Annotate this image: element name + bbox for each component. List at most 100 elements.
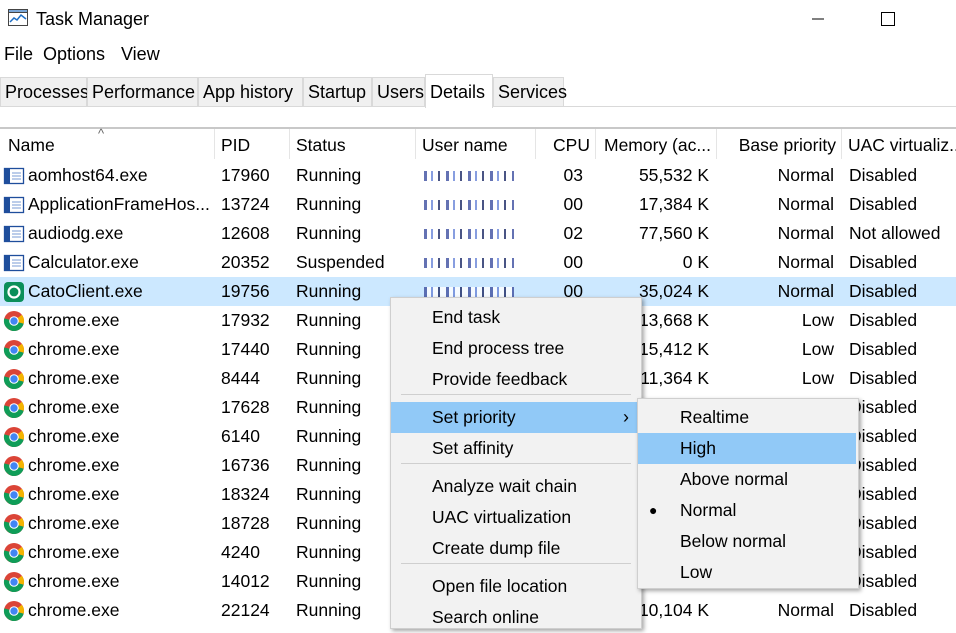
- col-memory[interactable]: Memory (ac...: [604, 129, 712, 159]
- cell-name: chrome.exe: [28, 426, 120, 446]
- redacted-user-name: [424, 229, 514, 239]
- minimize-button[interactable]: [798, 4, 838, 34]
- priority-item-label: Normal: [680, 500, 737, 520]
- chrome-icon: [3, 543, 25, 563]
- cell-uac: Disabled: [849, 165, 918, 185]
- column-header: Name PID Status User name CPU Memory (ac…: [0, 129, 956, 159]
- col-divider[interactable]: [841, 129, 842, 159]
- priority-item-realtime[interactable]: Realtime: [638, 402, 856, 433]
- cell-pid: 4240: [221, 542, 260, 562]
- tab-services[interactable]: Services: [493, 77, 567, 106]
- cell-name: CatoClient.exe: [28, 281, 143, 301]
- cell-base-priority: Normal: [777, 252, 834, 272]
- cell-uac: Disabled: [849, 252, 918, 272]
- col-divider[interactable]: [595, 129, 596, 159]
- menu-item-label: End process tree: [432, 338, 565, 358]
- cell-pid: 8444: [221, 368, 260, 388]
- table-row[interactable]: ApplicationFrameHos... 13724 Running 00 17,3…: [0, 190, 956, 219]
- priority-item-label: Realtime: [680, 407, 750, 427]
- menu-item-end-process-tree[interactable]: End process tree: [391, 333, 639, 364]
- tab-details[interactable]: Details: [425, 74, 493, 108]
- col-pid[interactable]: PID: [221, 129, 283, 159]
- menu-item-uac-virtualization[interactable]: UAC virtualization: [391, 502, 639, 533]
- chrome-icon: [3, 456, 25, 476]
- priority-item-label: High: [680, 438, 716, 458]
- priority-item-below-normal[interactable]: Below normal: [638, 526, 856, 557]
- cell-uac: Disabled: [849, 397, 918, 417]
- table-row[interactable]: audiodg.exe 12608 Running 02 77,560 K Normal N…: [0, 219, 956, 248]
- submenu-arrow-icon: ›: [623, 407, 629, 427]
- cell-memory: 55,532 K: [638, 165, 709, 185]
- col-divider[interactable]: [716, 129, 717, 159]
- cell-uac: Disabled: [849, 600, 918, 620]
- table-row[interactable]: Calculator.exe 20352 Suspended 00 0 K Normal D…: [0, 248, 956, 277]
- col-base-priority[interactable]: Base priority: [720, 129, 836, 159]
- cell-base-priority: Low: [801, 310, 834, 330]
- cell-base-priority: Normal: [777, 600, 834, 620]
- cell-name: aomhost64.exe: [28, 165, 148, 185]
- cell-cpu: 02: [563, 223, 583, 243]
- tab-processes[interactable]: Processes: [0, 77, 89, 106]
- cell-uac: Disabled: [849, 455, 918, 475]
- menu-item-label: Create dump file: [432, 538, 561, 558]
- app-window-icon: [3, 167, 25, 185]
- col-status[interactable]: Status: [296, 129, 410, 159]
- cell-uac: Disabled: [849, 484, 918, 504]
- col-divider[interactable]: [289, 129, 290, 159]
- chrome-icon: [3, 601, 25, 621]
- task-manager-icon: [8, 9, 28, 26]
- col-divider[interactable]: [214, 129, 215, 159]
- priority-item-normal[interactable]: ● Normal: [638, 495, 856, 526]
- cell-pid: 18324: [221, 484, 270, 504]
- context-menu: End task End process tree Provide feedback…: [390, 297, 642, 629]
- cell-uac: Disabled: [849, 194, 918, 214]
- chrome-icon: [3, 572, 25, 592]
- col-divider[interactable]: [415, 129, 416, 159]
- cell-memory: 77,560 K: [638, 223, 709, 243]
- priority-item-above-normal[interactable]: Above normal: [638, 464, 856, 495]
- menu-view[interactable]: View: [121, 44, 160, 65]
- maximize-icon: [881, 12, 895, 26]
- cell-pid: 17960: [221, 165, 270, 185]
- menu-options[interactable]: Options: [43, 44, 105, 65]
- tab-users[interactable]: Users: [372, 77, 425, 106]
- priority-item-low[interactable]: Low: [638, 557, 856, 588]
- cell-pid: 17932: [221, 310, 270, 330]
- menu-item-create-dump-file[interactable]: Create dump file: [391, 533, 639, 564]
- redacted-user-name: [424, 200, 514, 210]
- priority-item-label: Above normal: [680, 469, 788, 489]
- col-user-name[interactable]: User name: [422, 129, 530, 159]
- menu-item-open-file-location[interactable]: Open file location: [391, 571, 639, 602]
- menu-item-analyze-wait-chain[interactable]: Analyze wait chain: [391, 471, 639, 502]
- title-bar: Task Manager: [0, 0, 956, 40]
- tab-performance[interactable]: Performance: [87, 77, 198, 106]
- cato-icon: [4, 282, 24, 302]
- col-divider[interactable]: [535, 129, 536, 159]
- menu-item-set-priority[interactable]: Set priority ›: [391, 402, 639, 433]
- menu-item-provide-feedback[interactable]: Provide feedback: [391, 364, 639, 395]
- cell-uac: Disabled: [849, 310, 918, 330]
- tab-startup[interactable]: Startup: [303, 77, 372, 106]
- col-name[interactable]: Name: [8, 129, 208, 159]
- menu-item-end-task[interactable]: End task: [391, 302, 639, 333]
- priority-item-high[interactable]: High: [638, 433, 856, 464]
- cell-pid: 13724: [221, 194, 270, 214]
- cell-cpu: 00: [563, 194, 583, 214]
- cell-pid: 17628: [221, 397, 270, 417]
- cell-base-priority: Normal: [777, 223, 834, 243]
- maximize-button[interactable]: [868, 4, 908, 34]
- cell-uac: Disabled: [849, 426, 918, 446]
- cell-pid: 6140: [221, 426, 260, 446]
- cell-pid: 16736: [221, 455, 270, 475]
- menu-item-set-affinity[interactable]: Set affinity: [391, 433, 639, 464]
- radio-check-icon: ●: [649, 502, 658, 518]
- col-cpu[interactable]: CPU: [540, 129, 590, 159]
- col-uac-virtualization[interactable]: UAC virtualiz...: [848, 129, 956, 159]
- table-row[interactable]: aomhost64.exe 17960 Running 03 55,532 K Norma…: [0, 161, 956, 190]
- cell-base-priority: Normal: [777, 194, 834, 214]
- menu-item-search-online[interactable]: Search online: [391, 602, 639, 633]
- tab-app-history[interactable]: App history: [198, 77, 303, 106]
- menu-file[interactable]: File: [4, 44, 33, 65]
- chrome-icon: [3, 427, 25, 447]
- menu-item-label: Open file location: [432, 576, 568, 596]
